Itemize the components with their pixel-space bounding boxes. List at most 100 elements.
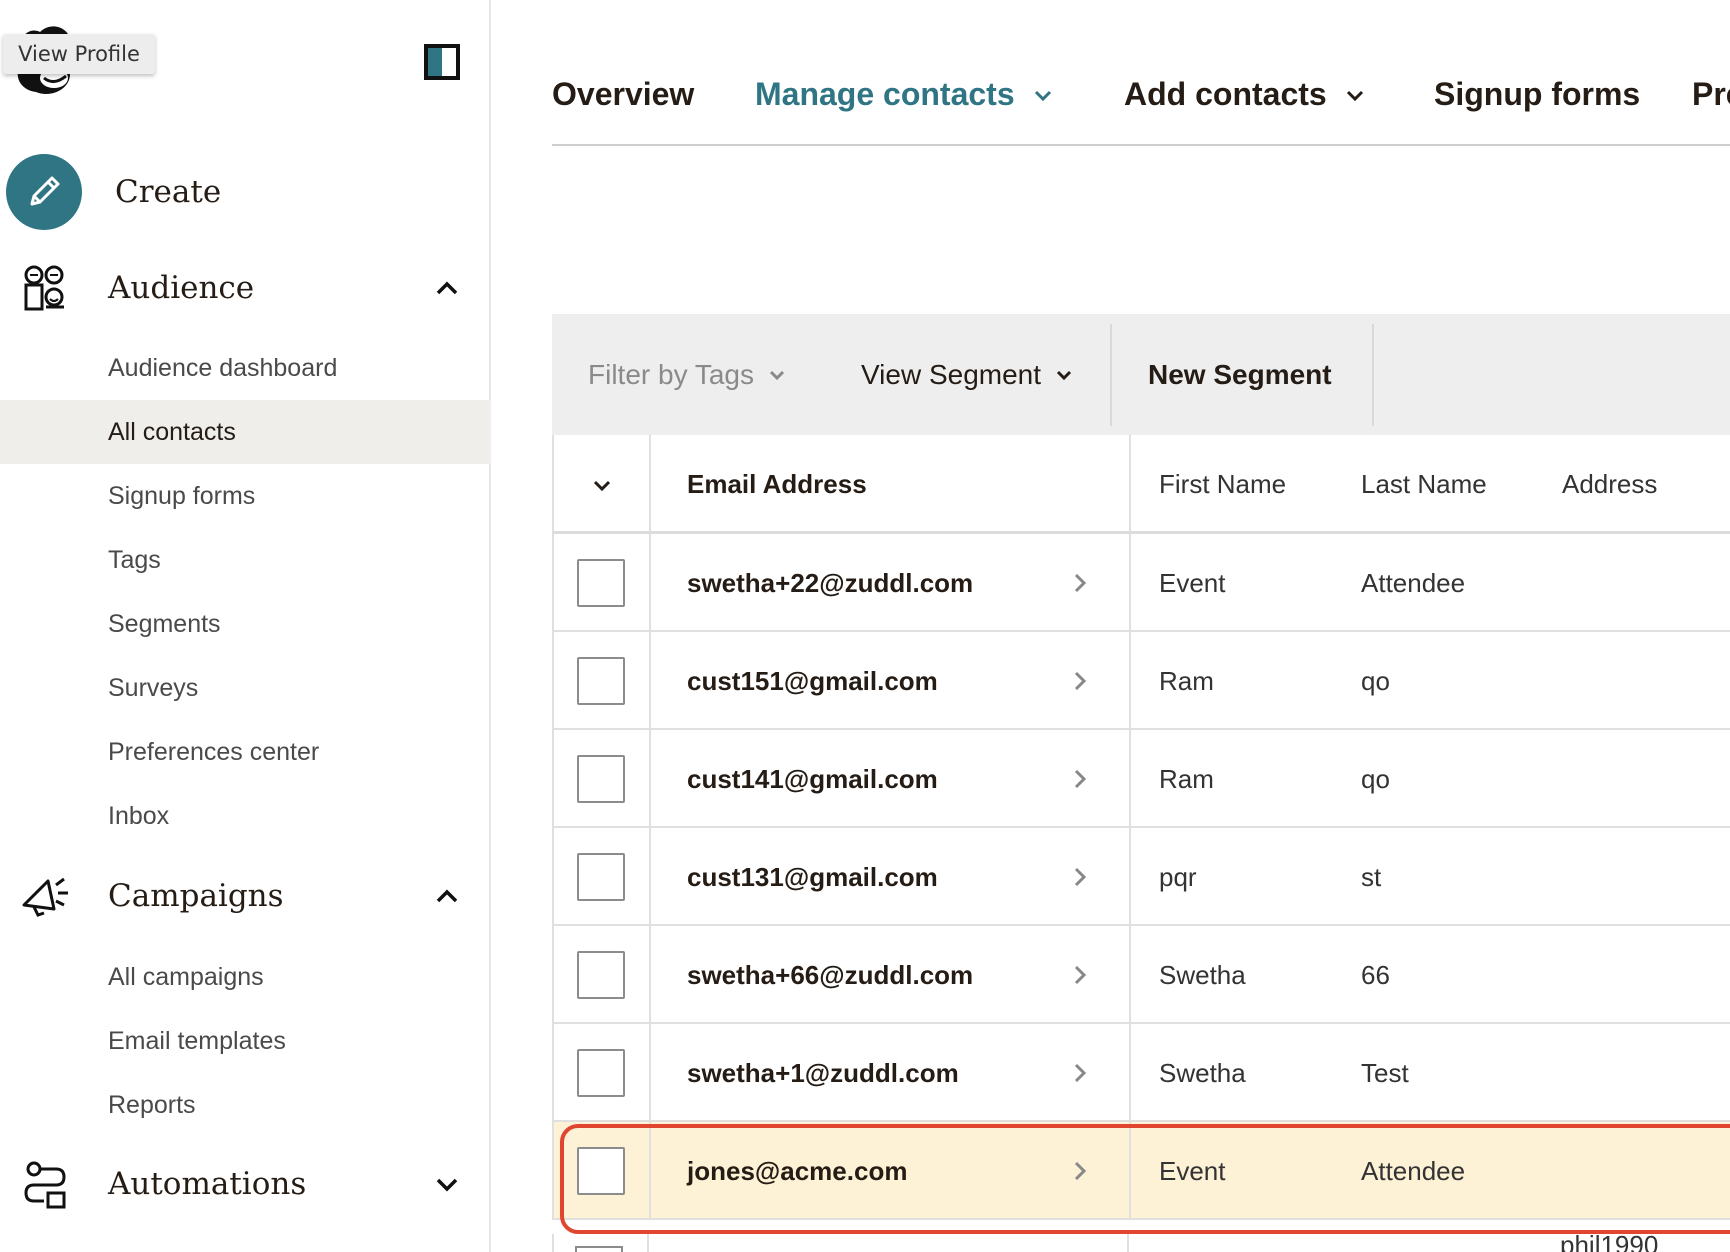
tab-manage-contacts[interactable]: Manage contacts — [755, 76, 1053, 113]
contact-email[interactable]: swetha+1@zuddl.com — [687, 1024, 959, 1122]
nav-audience[interactable]: Audience — [20, 263, 460, 313]
row-checkbox[interactable] — [577, 755, 625, 803]
column-header-last-name[interactable]: Last Name — [1361, 435, 1487, 534]
tab-signup-forms-label: Signup forms — [1434, 76, 1641, 112]
sidebar-item-surveys[interactable]: Surveys — [0, 656, 491, 720]
chevron-right-icon[interactable] — [1067, 864, 1093, 890]
filter-by-tags-dropdown[interactable]: Filter by Tags — [588, 314, 786, 435]
column-divider — [649, 926, 651, 1022]
sidebar-item-inbox[interactable]: Inbox — [0, 784, 491, 848]
nav-campaigns[interactable]: Campaigns — [20, 871, 460, 921]
contact-first-name: Ram — [1159, 763, 1214, 794]
table-row[interactable]: swetha+1@zuddl.com Swetha Test — [552, 1024, 1730, 1122]
contact-last-name: 66 — [1361, 959, 1390, 990]
column-divider — [1129, 632, 1131, 728]
sidebar-item-all-contacts[interactable]: All contacts — [0, 400, 491, 464]
tab-preferences[interactable]: Pre — [1692, 76, 1730, 113]
row-checkbox[interactable] — [577, 559, 625, 607]
table-row[interactable]: cust131@gmail.com pqr st — [552, 828, 1730, 926]
row-checkbox[interactable] — [575, 1246, 623, 1252]
create-button[interactable]: Create — [6, 154, 221, 230]
column-divider — [552, 1234, 554, 1252]
chevron-right-icon[interactable] — [1067, 962, 1093, 988]
nav-automations[interactable]: Automations — [20, 1159, 460, 1209]
toolbar-divider — [1372, 324, 1374, 426]
chevron-up-icon[interactable] — [434, 275, 460, 301]
sidebar-item-segments[interactable]: Segments — [0, 592, 491, 656]
table-row[interactable]: swetha+66@zuddl.com Swetha 66 — [552, 926, 1730, 1024]
audience-icon — [24, 265, 64, 311]
table-row[interactable]: swetha+22@zuddl.com Event Attendee — [552, 534, 1730, 632]
contact-first-name: Swetha — [1159, 1057, 1246, 1088]
tab-preferences-label: Pre — [1692, 76, 1730, 112]
audience-label: Audience — [108, 270, 255, 306]
filter-by-tags-label: Filter by Tags — [588, 358, 754, 390]
chevron-down-icon — [1346, 90, 1363, 101]
contact-email[interactable]: cust141@gmail.com — [687, 730, 938, 828]
row-checkbox[interactable] — [577, 657, 625, 705]
chevron-up-icon[interactable] — [434, 883, 460, 909]
pencil-icon — [30, 176, 60, 206]
main-content: Overview Manage contacts Add contacts Si… — [491, 0, 1730, 1252]
contact-email[interactable]: cust131@gmail.com — [687, 828, 938, 926]
sidebar-item-signup-forms[interactable]: Signup forms — [0, 464, 491, 528]
sidebar-item-reports[interactable]: Reports — [0, 1073, 491, 1137]
table-row[interactable]: cust141@gmail.com Ram qo — [552, 730, 1730, 828]
table-row-highlighted[interactable]: jones@acme.com Event Attendee — [552, 1122, 1730, 1220]
sidebar-item-email-templates[interactable]: Email templates — [0, 1009, 491, 1073]
tab-add-contacts-label: Add contacts — [1124, 76, 1327, 112]
sidebar-item-all-campaigns[interactable]: All campaigns — [0, 945, 491, 1009]
row-checkbox[interactable] — [577, 1147, 625, 1195]
table-row[interactable]: cust151@gmail.com Ram qo — [552, 632, 1730, 730]
create-circle — [6, 154, 82, 230]
sidebar: View Profile Create Audience Audience da… — [0, 0, 491, 1252]
chevron-down-icon — [1034, 90, 1051, 101]
sidebar-item-tags[interactable]: Tags — [0, 528, 491, 592]
automations-label: Automations — [108, 1166, 307, 1202]
column-divider — [649, 1122, 651, 1218]
tab-signup-forms[interactable]: Signup forms — [1434, 76, 1640, 113]
contact-first-name: Ram — [1159, 665, 1214, 696]
table-row-partial: phil1990 — [552, 1230, 1730, 1252]
contact-address: phil1990 — [1560, 1230, 1659, 1252]
chevron-right-icon[interactable] — [1067, 1158, 1093, 1184]
chevron-down-icon[interactable] — [434, 1171, 460, 1197]
contact-email[interactable]: cust151@gmail.com — [687, 632, 938, 730]
view-segment-dropdown[interactable]: View Segment — [861, 314, 1073, 435]
column-divider — [1129, 534, 1131, 630]
sidebar-item-audience-dashboard[interactable]: Audience dashboard — [0, 336, 491, 400]
tab-add-contacts[interactable]: Add contacts — [1124, 76, 1365, 113]
table-header: Email Address First Name Last Name Addre… — [552, 435, 1730, 534]
row-checkbox[interactable] — [577, 951, 625, 999]
tab-overview-label: Overview — [552, 76, 695, 112]
column-divider — [1129, 828, 1131, 924]
row-checkbox[interactable] — [577, 1049, 625, 1097]
tab-manage-contacts-label: Manage contacts — [755, 76, 1015, 112]
view-segment-label: View Segment — [861, 358, 1042, 390]
contact-last-name: qo — [1361, 665, 1390, 696]
row-checkbox[interactable] — [577, 853, 625, 901]
column-divider — [1129, 926, 1131, 1022]
contact-last-name: Attendee — [1361, 1155, 1466, 1186]
sidebar-item-preferences-center[interactable]: Preferences center — [0, 720, 491, 784]
contact-email[interactable]: swetha+66@zuddl.com — [687, 926, 973, 1024]
column-header-first-name[interactable]: First Name — [1159, 435, 1286, 534]
column-header-address[interactable]: Address — [1562, 435, 1657, 534]
chevron-right-icon[interactable] — [1067, 766, 1093, 792]
chevron-right-icon[interactable] — [1067, 668, 1093, 694]
contact-email[interactable]: jones@acme.com — [687, 1122, 907, 1220]
column-divider — [649, 730, 651, 826]
column-header-email[interactable]: Email Address — [687, 435, 867, 534]
contact-last-name: Attendee — [1361, 567, 1466, 598]
chevron-right-icon[interactable] — [1067, 1060, 1093, 1086]
table-toolbar: Filter by Tags View Segment New Segment — [552, 314, 1730, 435]
new-segment-button[interactable]: New Segment — [1148, 314, 1332, 435]
contact-email[interactable]: swetha+22@zuddl.com — [687, 534, 973, 632]
chevron-right-icon[interactable] — [1067, 570, 1093, 596]
column-divider — [649, 1024, 651, 1120]
select-all-chevron-icon[interactable] — [592, 475, 612, 495]
contact-last-name: qo — [1361, 763, 1390, 794]
contacts-table: Email Address First Name Last Name Addre… — [552, 435, 1730, 1220]
collapse-sidebar-icon[interactable] — [424, 44, 460, 80]
tab-overview[interactable]: Overview — [552, 76, 694, 113]
